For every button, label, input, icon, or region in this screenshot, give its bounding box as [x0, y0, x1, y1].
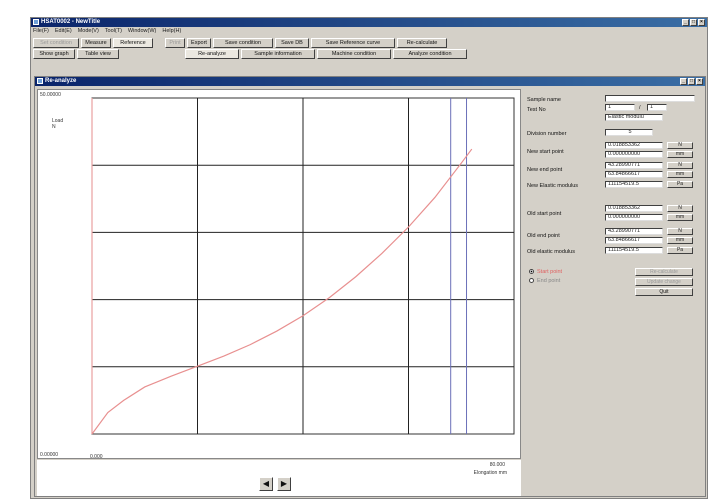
reference-button[interactable]: Reference [113, 38, 153, 48]
menu-window[interactable]: Window(W) [128, 27, 156, 35]
end-point-radio[interactable]: End point [529, 278, 560, 284]
child-minimize-icon[interactable]: _ [680, 78, 687, 85]
navigation-buttons: ◀ ▶ [259, 477, 293, 491]
new-start-point-label: New start point [527, 149, 564, 155]
menu-bar: File(F) Edit(E) Mode(V) Tool(T) Window(W… [31, 27, 707, 35]
app-titlebar: HSAT0002 - NewTitle _ □ × [31, 18, 707, 27]
main-toolbar: Set condition Measure Reference Print Ex… [33, 38, 449, 48]
machine-condition-tab[interactable]: Machine condition [317, 49, 391, 59]
main-application-window: HSAT0002 - NewTitle _ □ × File(F) Edit(E… [30, 17, 708, 499]
export-button[interactable]: Export [187, 38, 211, 48]
window-icon [37, 78, 43, 84]
sample-name-field[interactable] [605, 95, 695, 102]
re-analyze-tab[interactable]: Re-analyze [185, 49, 239, 59]
re-calculate-toolbar-button[interactable]: Re-calculate [397, 38, 447, 48]
old-start-load-field: 0.018853362 [605, 205, 663, 212]
child-close-icon[interactable]: × [696, 78, 703, 85]
new-end-load-field[interactable]: 43.28990771 [605, 162, 663, 169]
show-graph-button[interactable]: Show graph [33, 49, 75, 59]
old-start-point-label: Old start point [527, 211, 562, 217]
close-icon[interactable]: × [698, 19, 705, 26]
view-toolbar: Show graph Table view Re-analyze Sample … [33, 49, 469, 59]
analysis-panel: Sample name Test No 1 / 1 Elastic modulu… [527, 89, 703, 494]
menu-mode[interactable]: Mode(V) [78, 27, 99, 35]
old-end-elongation-unit: mm [667, 237, 693, 244]
old-end-load-field: 43.28990771 [605, 228, 663, 235]
end-point-radio-dot[interactable] [529, 278, 534, 284]
new-end-point-label: New end point [527, 167, 563, 173]
old-end-elongation-field: 63.84866617 [605, 237, 663, 244]
chart-footer: 80.000 Elongation mm ◀ ▶ [37, 460, 521, 496]
menu-file[interactable]: File(F) [33, 27, 49, 35]
old-start-elongation-unit: mm [667, 214, 693, 221]
new-start-elongation-unit: mm [667, 151, 693, 158]
new-start-elongation-field[interactable]: 0.000000000 [605, 151, 663, 158]
x-axis-title: Elongation mm [473, 470, 507, 476]
old-end-point-label: Old end point [527, 233, 560, 239]
load-elongation-chart[interactable]: 50.00000 Load N 0.00000 0.000 [37, 89, 521, 460]
analyze-condition-tab[interactable]: Analyze condition [393, 49, 467, 59]
set-condition-button[interactable]: Set condition [33, 38, 79, 48]
menu-tool[interactable]: Tool(T) [105, 27, 122, 35]
save-reference-curve-button[interactable]: Save Reference curve [311, 38, 395, 48]
sample-name-label: Sample name [527, 97, 561, 103]
chart-canvas [91, 97, 515, 435]
new-elastic-modulus-unit: Pa [667, 181, 693, 188]
re-analyze-titlebar: Re-analyze _ □ × [35, 77, 705, 86]
re-calculate-button[interactable]: Re-calculate [635, 268, 693, 276]
update-change-button[interactable]: Update change [635, 278, 693, 286]
table-view-button[interactable]: Table view [77, 49, 119, 59]
new-start-load-unit: N [667, 142, 693, 149]
previous-arrow-button[interactable]: ◀ [259, 477, 273, 491]
new-start-load-field[interactable]: 0.018853362 [605, 142, 663, 149]
child-maximize-icon[interactable]: □ [688, 78, 695, 85]
new-elastic-modulus-label: New Elastic modulus [527, 183, 579, 189]
test-no-separator: / [639, 105, 641, 111]
print-button[interactable]: Print [165, 38, 185, 48]
app-window-controls: _ □ × [682, 19, 705, 26]
old-elastic-modulus-label: Old elastic modulus [527, 249, 575, 255]
menu-help[interactable]: Help(H) [162, 27, 181, 35]
test-no-select[interactable]: 1 [605, 104, 635, 111]
y-min-tick-label: 0.00000 [40, 452, 59, 458]
child-window-controls: _ □ × [680, 78, 703, 85]
old-elastic-modulus-unit: Pa [667, 247, 693, 254]
menu-edit[interactable]: Edit(E) [55, 27, 72, 35]
new-end-elongation-field[interactable]: 63.84866617 [605, 171, 663, 178]
app-title: HSAT0002 - NewTitle [41, 19, 101, 25]
start-point-radio-label: Start point [537, 269, 563, 275]
re-analyze-window: Re-analyze _ □ × 50.00000 Load N 0.00000… [34, 76, 706, 497]
start-point-radio-dot[interactable] [529, 269, 534, 275]
app-icon [33, 19, 39, 25]
test-no-label: Test No [527, 107, 546, 113]
save-db-button[interactable]: Save DB [275, 38, 309, 48]
division-number-label: Division number [527, 131, 567, 137]
start-point-radio[interactable]: Start point [529, 269, 562, 275]
quit-button[interactable]: Quit [635, 288, 693, 296]
new-end-load-unit: N [667, 162, 693, 169]
maximize-icon[interactable]: □ [690, 19, 697, 26]
old-end-load-unit: N [667, 228, 693, 235]
old-elastic-modulus-field: 111154519.5 [605, 247, 663, 254]
y-axis-unit: N [52, 124, 56, 130]
save-condition-button[interactable]: Save condition [213, 38, 273, 48]
y-max-tick-label: 50.00000 [40, 92, 61, 98]
next-arrow-button[interactable]: ▶ [277, 477, 291, 491]
analysis-type-select[interactable]: Elastic modulu [605, 114, 663, 121]
new-end-elongation-unit: mm [667, 171, 693, 178]
re-analyze-title: Re-analyze [45, 78, 77, 84]
measure-button[interactable]: Measure [81, 38, 111, 48]
x-max-tick-label: 80.000 [489, 462, 505, 468]
test-total-field: 1 [647, 104, 667, 111]
division-number-field[interactable]: 5 [605, 129, 653, 136]
old-start-elongation-field: 0.000000000 [605, 214, 663, 221]
old-start-load-unit: N [667, 205, 693, 212]
sample-information-tab[interactable]: Sample information [241, 49, 315, 59]
end-point-radio-label: End point [537, 278, 561, 284]
minimize-icon[interactable]: _ [682, 19, 689, 26]
new-elastic-modulus-field: 111154519.5 [605, 181, 663, 188]
